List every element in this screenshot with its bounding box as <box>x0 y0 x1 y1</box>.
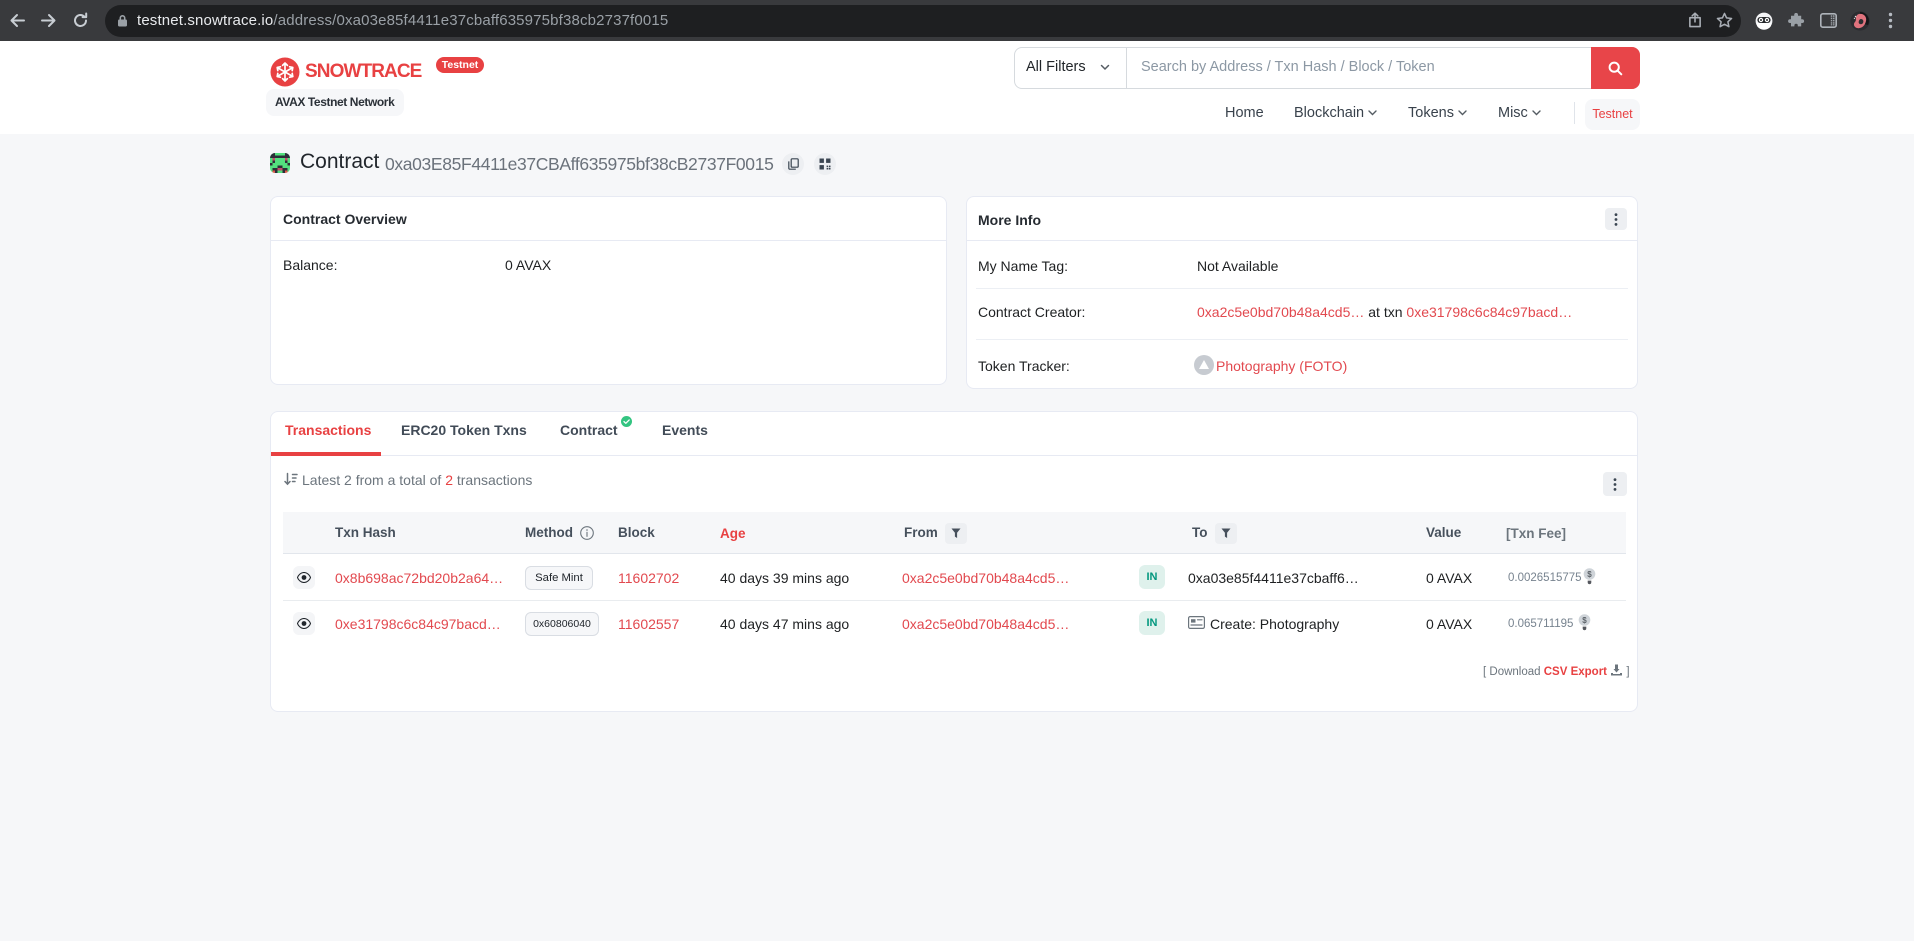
svg-text:$: $ <box>1582 616 1587 625</box>
svg-text:$: $ <box>1587 570 1592 579</box>
